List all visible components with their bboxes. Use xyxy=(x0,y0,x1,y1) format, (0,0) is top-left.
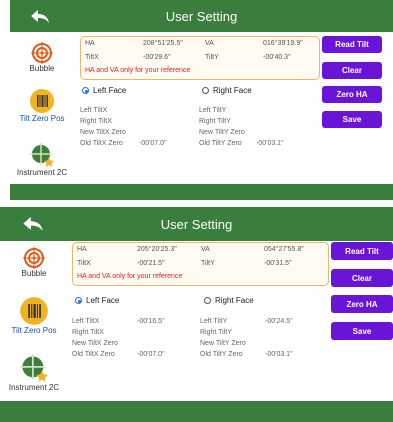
old-tilty-zero-label: Old TiltY Zero xyxy=(200,351,243,358)
title-bar: User Setting xyxy=(0,207,393,241)
new-tiltx-zero-label: New TiltX Zero xyxy=(72,340,118,347)
page-title: User Setting xyxy=(160,216,233,232)
sidebar-item-bubble[interactable]: Bubble xyxy=(0,247,68,278)
title-bar: User Setting xyxy=(10,0,393,32)
tilty-value: -00'31.5" xyxy=(264,260,292,267)
left-face-label: Left Face xyxy=(93,86,127,95)
sidebar-item-label: Tilt Zero Pos xyxy=(19,114,65,123)
old-tiltx-zero-value: -00'07.0" xyxy=(139,140,167,147)
old-tiltx-zero-label: Old TiltX Zero xyxy=(72,351,115,358)
new-tilty-zero-label: New TiltY Zero xyxy=(200,340,246,347)
reference-warning: HA and VA only for your reference xyxy=(77,273,183,280)
read-tilt-button[interactable]: Read Tilt xyxy=(322,36,382,53)
user-setting-screen-1: User Setting Bubble Tilt Zero Pos Instru… xyxy=(10,0,393,200)
va-value: 016°39'19.9" xyxy=(263,40,303,47)
tilty-label: TiltY xyxy=(205,54,219,61)
readings-panel: HA 208°51'25.5" VA 016°39'19.9" TiltX -0… xyxy=(80,36,320,80)
left-tilty-label: Left TiltY xyxy=(200,318,228,325)
left-tiltx-label: Left TiltX xyxy=(80,107,108,114)
user-setting-screen-2: User Setting Bubble Tilt Zero Pos Instru… xyxy=(0,207,393,422)
left-face-radio[interactable]: Left Face xyxy=(75,296,119,305)
va-label: VA xyxy=(205,40,214,47)
sidebar-item-label: Bubble xyxy=(21,269,47,278)
reference-warning: HA and VA only for your reference xyxy=(85,67,191,74)
readings-panel: HA 205°20'25.3" VA 054°27'55.8" TiltX -0… xyxy=(72,242,329,286)
radio-selected-icon xyxy=(82,87,89,94)
save-button[interactable]: Save xyxy=(331,322,393,340)
new-tiltx-zero-label: New TiltX Zero xyxy=(80,129,126,136)
left-tilty-value: -00'24.5" xyxy=(265,318,293,325)
new-tilty-zero-label: New TiltY Zero xyxy=(199,129,245,136)
ha-value: 205°20'25.3" xyxy=(137,246,177,253)
crosshair-star-icon xyxy=(20,354,48,382)
ha-label: HA xyxy=(85,40,95,47)
bottom-bar xyxy=(10,184,393,200)
zero-ha-button[interactable]: Zero HA xyxy=(331,295,393,313)
tiltx-value: -00'29.6" xyxy=(143,54,171,61)
right-face-radio[interactable]: Right Face xyxy=(202,86,252,95)
zero-ha-button[interactable]: Zero HA xyxy=(322,86,382,103)
clear-button[interactable]: Clear xyxy=(331,269,393,287)
sidebar-item-label: Tilt Zero Pos xyxy=(11,326,57,335)
target-icon xyxy=(23,247,45,269)
sidebar-item-tilt-zero-pos[interactable]: Tilt Zero Pos xyxy=(0,296,68,335)
va-label: VA xyxy=(201,246,210,253)
barcode-icon xyxy=(30,89,54,113)
barcode-icon xyxy=(20,297,48,325)
target-icon xyxy=(31,42,53,64)
old-tilty-zero-label: Old TiltY Zero xyxy=(199,140,242,147)
save-button[interactable]: Save xyxy=(322,111,382,128)
crosshair-star-icon xyxy=(30,143,54,167)
sidebar-item-label: Instrument 2C xyxy=(16,168,68,177)
sidebar-item-bubble[interactable]: Bubble xyxy=(10,42,74,73)
right-tiltx-label: Right TiltX xyxy=(80,118,112,125)
old-tilty-zero-value: -00'03.1" xyxy=(265,351,293,358)
tilty-value: -00'40.3" xyxy=(263,54,291,61)
right-tilty-label: Right TiltY xyxy=(200,329,232,336)
sidebar-item-instrument-2c[interactable]: Instrument 2C xyxy=(10,142,74,177)
clear-button[interactable]: Clear xyxy=(322,62,382,79)
left-tiltx-value: -00'16.5" xyxy=(137,318,165,325)
radio-unselected-icon xyxy=(204,297,211,304)
sidebar-item-label: Instrument 2C xyxy=(8,383,60,392)
radio-selected-icon xyxy=(75,297,82,304)
read-tilt-button[interactable]: Read Tilt xyxy=(331,242,393,260)
tilty-label: TiltY xyxy=(201,260,215,267)
ha-label: HA xyxy=(77,246,87,253)
sidebar-item-instrument-2c[interactable]: Instrument 2C xyxy=(0,353,68,392)
old-tilty-zero-value: -00'03.1" xyxy=(256,140,284,147)
radio-unselected-icon xyxy=(202,87,209,94)
right-face-radio[interactable]: Right Face xyxy=(204,296,254,305)
tiltx-value: -00'21.5" xyxy=(137,260,165,267)
bottom-bar xyxy=(0,401,393,422)
sidebar-item-tilt-zero-pos[interactable]: Tilt Zero Pos xyxy=(10,88,74,123)
page-title: User Setting xyxy=(165,8,238,24)
left-face-label: Left Face xyxy=(86,296,120,305)
old-tiltx-zero-value: -00'07.0" xyxy=(137,351,165,358)
right-face-label: Right Face xyxy=(215,296,254,305)
left-face-radio[interactable]: Left Face xyxy=(82,86,126,95)
left-tilty-label: Left TiltY xyxy=(199,107,227,114)
right-face-label: Right Face xyxy=(213,86,252,95)
left-tiltx-label: Left TiltX xyxy=(72,318,100,325)
tiltx-label: TiltX xyxy=(77,260,91,267)
right-tiltx-label: Right TiltX xyxy=(72,329,104,336)
sidebar-item-label: Bubble xyxy=(29,64,55,73)
tiltx-label: TiltX xyxy=(85,54,99,61)
va-value: 054°27'55.8" xyxy=(264,246,304,253)
right-tilty-label: Right TiltY xyxy=(199,118,231,125)
old-tiltx-zero-label: Old TiltX Zero xyxy=(80,140,123,147)
ha-value: 208°51'25.5" xyxy=(143,40,183,47)
